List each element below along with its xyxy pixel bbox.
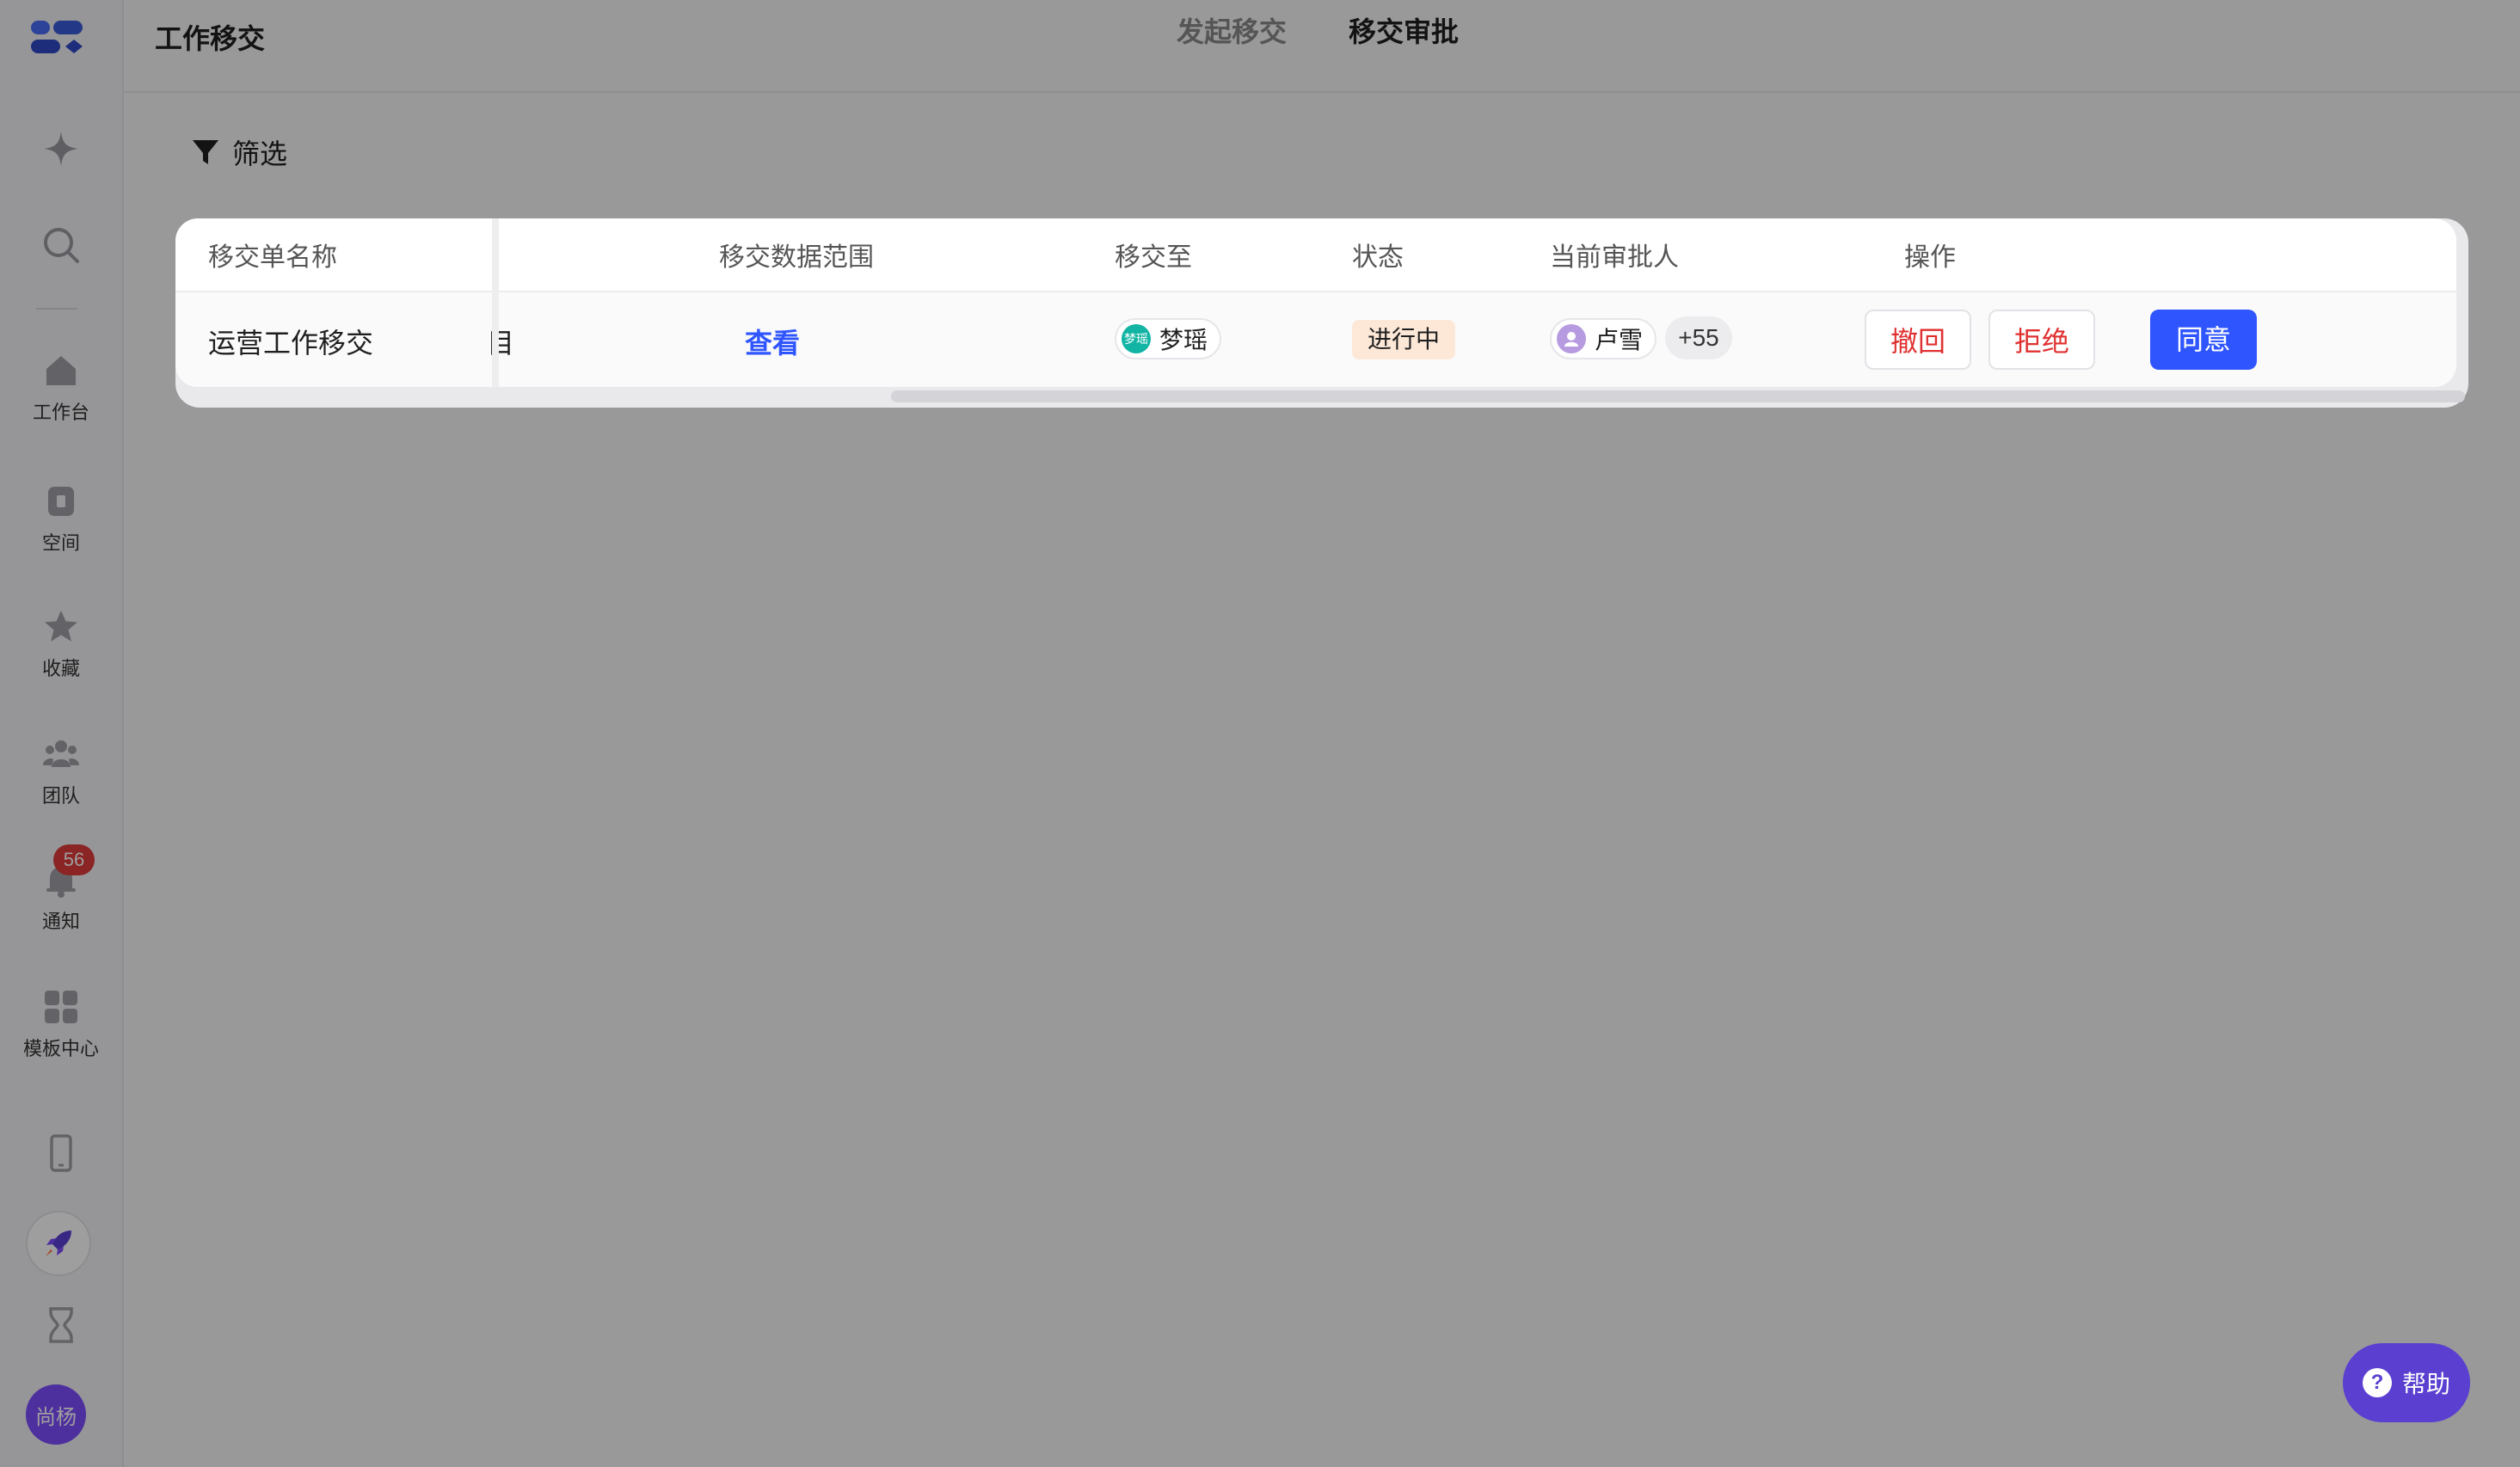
tab-transfer-approval[interactable]: 移交审批 (1349, 10, 1459, 50)
approver-avatar-icon (1557, 324, 1586, 353)
mobile-phone-icon (41, 1133, 81, 1173)
transfer-to-avatar: 梦瑶 (1122, 324, 1151, 353)
search-item[interactable] (0, 225, 122, 265)
sidebar-item-label: 通知 (41, 911, 80, 932)
tab-initiate-transfer[interactable]: 发起移交 (1177, 10, 1287, 50)
transfer-name: 运营工作移交 (208, 328, 374, 359)
filter-label: 筛选 (232, 138, 288, 169)
app-logo-icon[interactable] (29, 17, 84, 57)
approver-name: 卢雪 (1595, 327, 1644, 353)
upgrade-rocket-button[interactable] (26, 1211, 91, 1276)
sidebar-item-label: 团队 (41, 785, 80, 807)
sidebar-item-label: 工作台 (32, 402, 89, 423)
ai-sparkle-item[interactable] (0, 129, 122, 169)
column-header-approver: 当前审批人 (1550, 243, 1679, 272)
sidebar: 工作台 空间 收藏 团队 通知 56 模板中心 尚杨 (0, 0, 124, 1467)
filter-button[interactable]: 筛选 (191, 132, 287, 172)
withdraw-button[interactable]: 撤回 (1865, 310, 1971, 370)
rocket-icon (46, 1231, 71, 1256)
sidebar-item-favorites[interactable]: 收藏 (0, 607, 122, 681)
sparkle-icon (41, 129, 81, 169)
help-label: 帮助 (2401, 1371, 2450, 1397)
sidebar-divider (36, 308, 77, 310)
notification-count-badge: 56 (53, 844, 95, 875)
sidebar-item-space[interactable]: 空间 (0, 482, 122, 555)
sticky-column-divider (492, 218, 499, 387)
more-approvers-count[interactable]: +55 (1665, 316, 1732, 359)
sidebar-item-workbench[interactable]: 工作台 (0, 351, 122, 425)
user-avatar[interactable]: 尚杨 (26, 1384, 86, 1445)
space-icon (41, 482, 81, 521)
column-header-transfer-to: 移交至 (1115, 243, 1192, 272)
status-badge: 进行中 (1352, 320, 1456, 359)
sidebar-item-label: 模板中心 (22, 1038, 99, 1059)
star-icon (41, 607, 81, 647)
filter-funnel-icon (193, 140, 218, 164)
page-header: 工作移交 发起移交 移交审批 (124, 0, 2520, 93)
sidebar-item-label: 空间 (41, 532, 80, 554)
sidebar-item-templates[interactable]: 模板中心 (0, 987, 122, 1061)
clipped-cell-text: 目 (487, 328, 515, 359)
history-item[interactable] (0, 1305, 122, 1345)
help-button[interactable]: ? 帮助 (2343, 1343, 2470, 1422)
search-icon (41, 225, 81, 265)
page-title: 工作移交 (155, 23, 266, 54)
column-header-status: 状态 (1352, 243, 1404, 272)
sidebar-item-label: 收藏 (41, 658, 80, 679)
column-header-name: 移交单名称 (208, 243, 337, 272)
transfer-approval-table: 移交单名称 移交数据范围 移交至 状态 当前审批人 操作 运营工作移交 目 查看… (175, 218, 2456, 387)
transfer-to-user-chip[interactable]: 梦瑶 梦瑶 (1115, 318, 1222, 359)
sidebar-item-team[interactable]: 团队 (0, 734, 122, 808)
question-mark-icon: ? (2362, 1368, 2392, 1397)
template-grid-icon (41, 987, 81, 1027)
team-icon (41, 734, 81, 774)
mobile-item[interactable] (0, 1133, 122, 1173)
approver-user-chip[interactable]: 卢雪 (1550, 318, 1657, 359)
hourglass-icon (41, 1305, 81, 1345)
column-header-scope: 移交数据范围 (719, 243, 874, 272)
view-scope-link[interactable]: 查看 (745, 322, 800, 361)
transfer-to-name: 梦瑶 (1159, 327, 1208, 353)
table-row: 运营工作移交 目 查看 梦瑶 梦瑶 进行中 卢雪 +55 撤回 拒绝 同意 (175, 292, 2456, 387)
reject-button[interactable]: 拒绝 (1988, 310, 2095, 370)
horizontal-scrollbar[interactable] (891, 390, 2465, 402)
agree-button[interactable]: 同意 (2150, 310, 2257, 370)
column-header-actions: 操作 (1904, 243, 1956, 272)
table-header: 移交单名称 移交数据范围 移交至 状态 当前审批人 操作 (175, 218, 2456, 292)
home-icon (41, 351, 81, 390)
